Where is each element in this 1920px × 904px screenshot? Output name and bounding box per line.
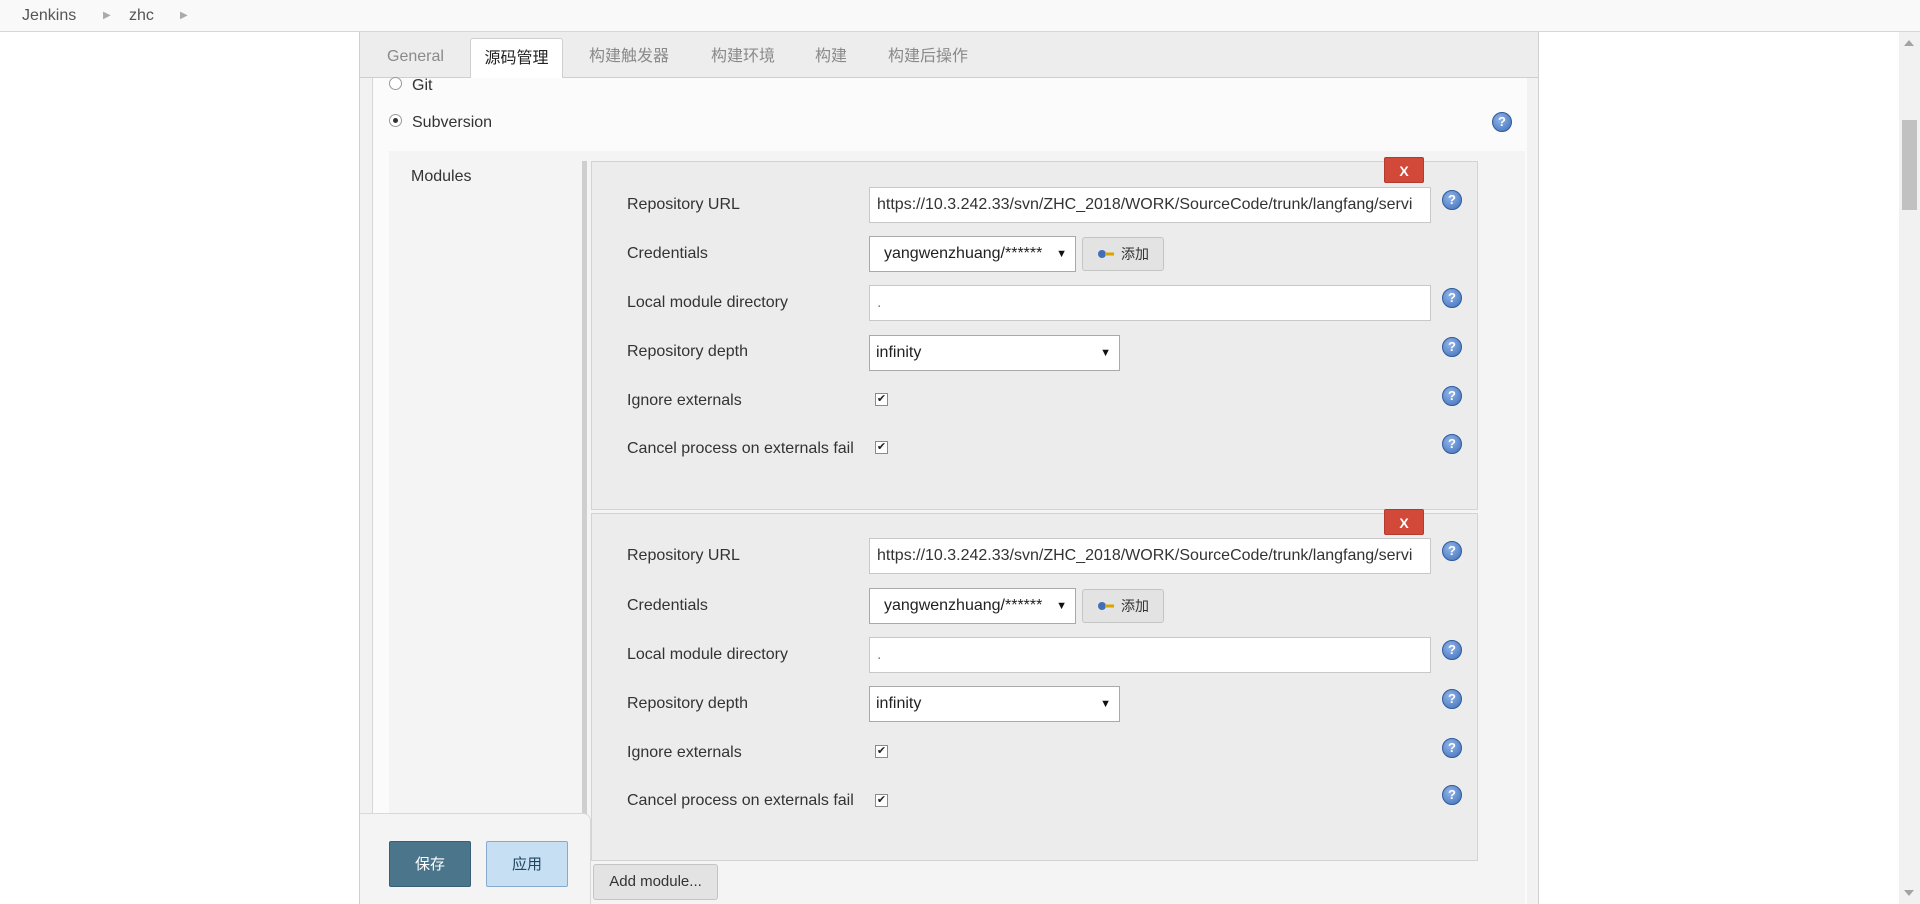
help-icon[interactable]: ? xyxy=(1442,386,1462,406)
cancel-on-externals-fail-checkbox[interactable]: ✔ xyxy=(875,441,888,454)
modules-label: Modules xyxy=(411,168,472,185)
ignore-externals-checkbox[interactable]: ✔ xyxy=(875,745,888,758)
help-icon[interactable]: ? xyxy=(1442,288,1462,308)
tab-source-code-management[interactable]: 源码管理 xyxy=(470,38,563,79)
chevron-down-icon: ▼ xyxy=(1100,698,1111,710)
help-icon[interactable]: ? xyxy=(1442,785,1462,805)
apply-button[interactable]: 应用 xyxy=(486,841,568,887)
repository-depth-value: infinity xyxy=(876,695,922,712)
add-credentials-label: 添加 xyxy=(1121,598,1149,614)
subversion-radio[interactable] xyxy=(389,114,402,127)
credentials-value: yangwenzhuang/****** xyxy=(884,597,1043,614)
bottom-action-bar: 保存 应用 xyxy=(360,813,591,904)
chevron-down-icon: ▼ xyxy=(1056,248,1067,260)
local-module-directory-input[interactable]: . xyxy=(869,637,1431,673)
credentials-select[interactable]: yangwenzhuang/****** ▼ xyxy=(869,236,1076,272)
config-tabs: General 源码管理 构建触发器 构建环境 构建 构建后操作 xyxy=(360,32,1538,79)
add-module-button[interactable]: Add module... xyxy=(593,864,718,900)
tab-post-build-actions[interactable]: 构建后操作 xyxy=(888,32,968,78)
repository-depth-select[interactable]: infinity ▼ xyxy=(869,686,1120,722)
scroll-up-icon[interactable] xyxy=(1904,40,1914,46)
cancel-on-externals-fail-label: Cancel process on externals fail xyxy=(627,440,854,457)
repository-depth-label: Repository depth xyxy=(627,343,748,360)
key-icon xyxy=(1098,602,1114,610)
subversion-label[interactable]: Subversion xyxy=(412,114,492,132)
delete-module-button[interactable]: X xyxy=(1384,157,1424,183)
add-credentials-label: 添加 xyxy=(1121,246,1149,262)
help-icon[interactable]: ? xyxy=(1442,640,1462,660)
page-scrollbar[interactable] xyxy=(1899,32,1920,904)
repository-depth-value: infinity xyxy=(876,344,922,361)
tab-build-triggers[interactable]: 构建触发器 xyxy=(589,32,669,78)
help-icon[interactable]: ? xyxy=(1442,541,1462,561)
git-label[interactable]: Git xyxy=(412,77,432,95)
save-button[interactable]: 保存 xyxy=(389,841,471,887)
local-module-directory-input[interactable]: . xyxy=(869,285,1431,321)
tab-general[interactable]: General xyxy=(387,32,444,78)
breadcrumb-zhc[interactable]: zhc xyxy=(129,7,154,25)
help-icon[interactable]: ? xyxy=(1442,434,1462,454)
repository-url-label: Repository URL xyxy=(627,196,740,213)
breadcrumb-separator-icon[interactable]: ▶ xyxy=(180,10,188,21)
ignore-externals-checkbox[interactable]: ✔ xyxy=(875,393,888,406)
scroll-down-icon[interactable] xyxy=(1904,890,1914,896)
repository-url-label: Repository URL xyxy=(627,547,740,564)
add-credentials-button[interactable]: 添加 xyxy=(1082,237,1164,271)
chevron-down-icon: ▼ xyxy=(1056,600,1067,612)
credentials-label: Credentials xyxy=(627,597,708,614)
credentials-label: Credentials xyxy=(627,245,708,262)
local-module-directory-label: Local module directory xyxy=(627,646,788,663)
cancel-on-externals-fail-checkbox[interactable]: ✔ xyxy=(875,794,888,807)
ignore-externals-label: Ignore externals xyxy=(627,392,742,409)
help-icon[interactable]: ? xyxy=(1442,190,1462,210)
help-icon[interactable]: ? xyxy=(1442,689,1462,709)
credentials-select[interactable]: yangwenzhuang/****** ▼ xyxy=(869,588,1076,624)
git-radio[interactable] xyxy=(389,77,402,90)
ignore-externals-label: Ignore externals xyxy=(627,744,742,761)
breadcrumb-jenkins[interactable]: Jenkins xyxy=(22,7,76,25)
help-icon[interactable]: ? xyxy=(1442,337,1462,357)
key-icon xyxy=(1098,250,1114,258)
repository-depth-label: Repository depth xyxy=(627,695,748,712)
breadcrumb-separator-icon[interactable]: ▶ xyxy=(103,10,111,21)
help-icon[interactable]: ? xyxy=(1492,112,1512,132)
scroll-thumb[interactable] xyxy=(1902,120,1917,210)
chevron-down-icon: ▼ xyxy=(1100,347,1111,359)
local-module-directory-label: Local module directory xyxy=(627,294,788,311)
repository-depth-select[interactable]: infinity ▼ xyxy=(869,335,1120,371)
help-icon[interactable]: ? xyxy=(1442,738,1462,758)
add-credentials-button[interactable]: 添加 xyxy=(1082,589,1164,623)
repository-url-input[interactable]: https://10.3.242.33/svn/ZHC_2018/WORK/So… xyxy=(869,538,1431,574)
tab-build[interactable]: 构建 xyxy=(815,32,847,78)
breadcrumb: Jenkins ▶ zhc ▶ xyxy=(0,0,1920,32)
modules-rail xyxy=(582,161,587,901)
delete-module-button[interactable]: X xyxy=(1384,509,1424,535)
credentials-value: yangwenzhuang/****** xyxy=(884,245,1043,262)
tab-build-environment[interactable]: 构建环境 xyxy=(711,32,775,78)
cancel-on-externals-fail-label: Cancel process on externals fail xyxy=(627,792,854,809)
repository-url-input[interactable]: https://10.3.242.33/svn/ZHC_2018/WORK/So… xyxy=(869,187,1431,223)
